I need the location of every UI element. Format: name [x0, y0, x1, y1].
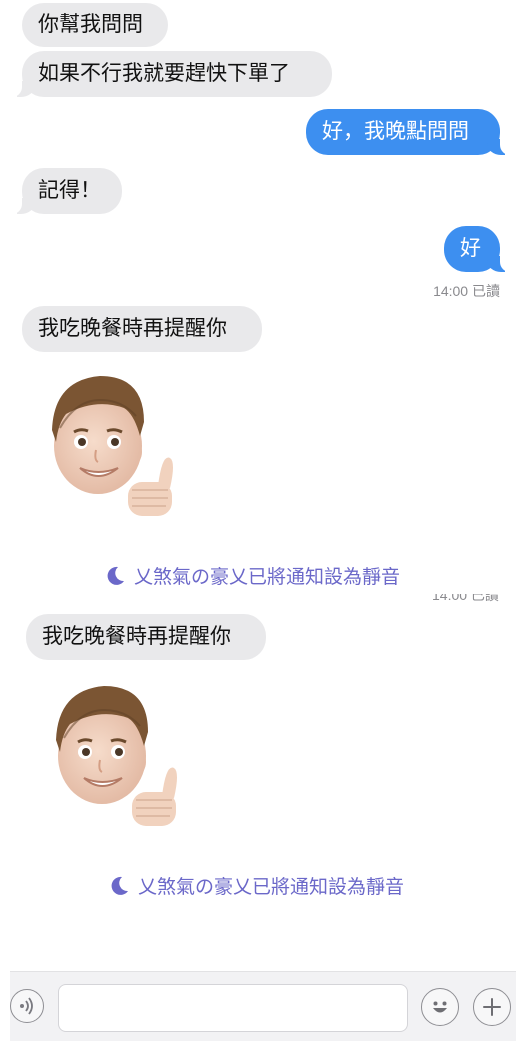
- message-incoming[interactable]: 如果不行我就要趕快下單了: [10, 51, 332, 97]
- message-incoming[interactable]: 我吃晚餐時再提醒你: [26, 614, 266, 660]
- memoji-thumbs-up-sticker[interactable]: [36, 370, 182, 520]
- message-outgoing[interactable]: 好，我晚點問問: [306, 109, 512, 155]
- smiley-face-icon: [427, 994, 453, 1020]
- message-text: 如果不行我就要趕快下單了: [38, 61, 290, 86]
- memoji-thumbs-up-sticker[interactable]: [40, 680, 186, 830]
- voice-button[interactable]: [10, 989, 44, 1023]
- message-text: 好: [460, 236, 481, 261]
- plus-icon: [483, 998, 501, 1016]
- mute-notice: 乂煞氣の豪乂已將通知設為靜音: [108, 872, 404, 899]
- message-text: 好，我晚點問問: [322, 119, 469, 144]
- mute-notice: 乂煞氣の豪乂已將通知設為靜音: [104, 562, 400, 589]
- message-outgoing[interactable]: 好: [444, 226, 512, 272]
- message-text: 我吃晚餐時再提醒你: [38, 316, 227, 341]
- mute-notice-text: 乂煞氣の豪乂已將通知設為靜音: [138, 876, 405, 898]
- message-incoming[interactable]: 你幫我問問: [22, 3, 168, 47]
- message-incoming[interactable]: 記得！: [10, 168, 122, 214]
- mute-notice-text: 乂煞氣の豪乂已將通知設為靜音: [134, 566, 401, 588]
- composer-bar: [10, 971, 516, 1041]
- moon-icon: [107, 566, 124, 585]
- message-input[interactable]: [58, 984, 408, 1032]
- message-incoming[interactable]: 我吃晚餐時再提醒你: [22, 306, 262, 352]
- emoji-button[interactable]: [421, 988, 459, 1026]
- message-text: 記得！: [38, 178, 101, 203]
- read-receipt: 14:00 已讀: [433, 283, 500, 299]
- read-receipt-partial: 14:00 已讀: [432, 594, 499, 603]
- add-button[interactable]: [473, 988, 511, 1026]
- message-text: 你幫我問問: [38, 12, 143, 37]
- message-text: 我吃晚餐時再提醒你: [42, 624, 231, 649]
- voice-wave-icon: [20, 997, 33, 1015]
- moon-icon: [111, 876, 128, 895]
